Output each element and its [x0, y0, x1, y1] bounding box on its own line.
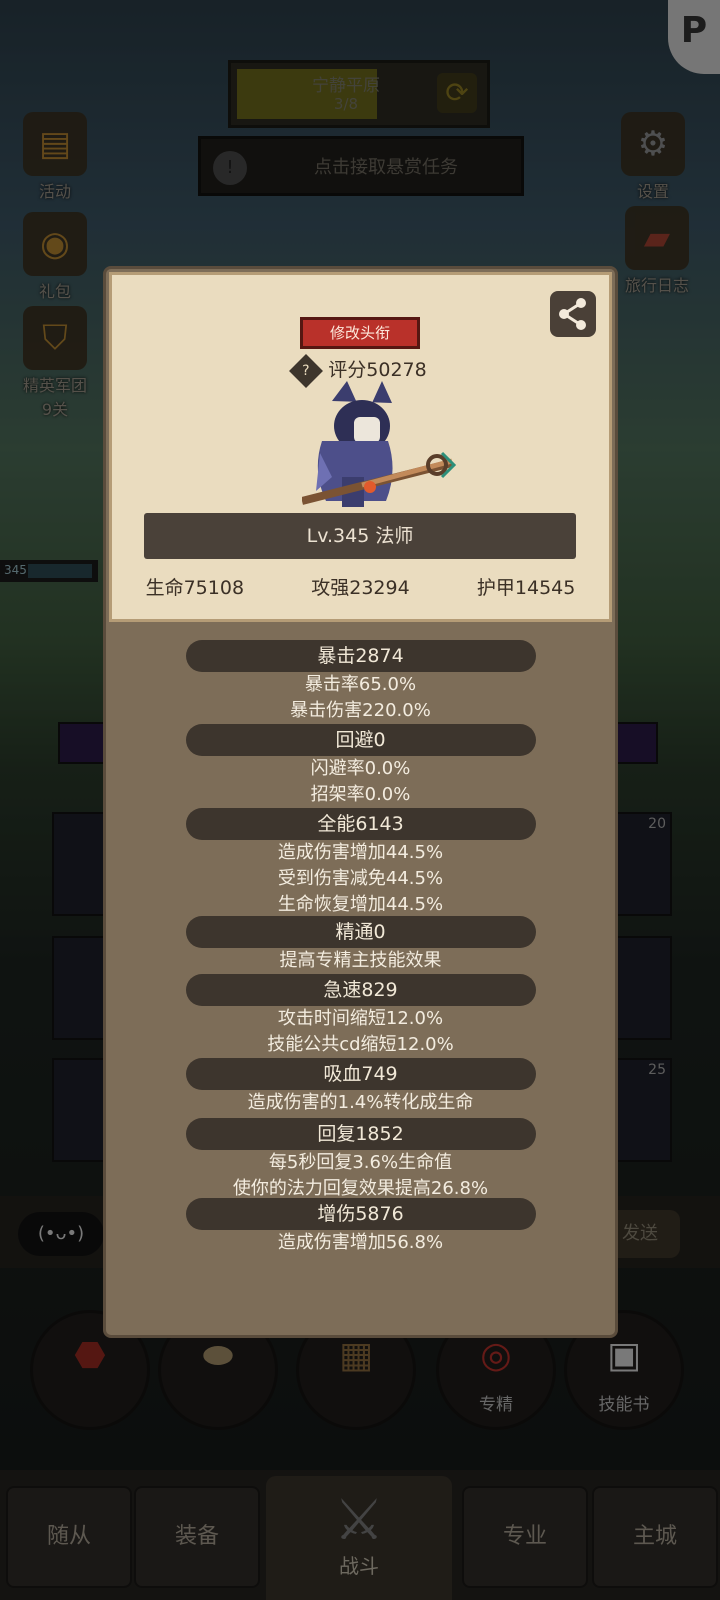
stat-title: 回复1852 [185, 1118, 536, 1150]
rename-title-button[interactable]: 修改头衔 [300, 317, 420, 349]
stat-group-leech: 吸血749 造成伤害的1.4%转化成生命 [106, 1058, 615, 1116]
stat-line: 每5秒回复3.6%生命值 [268, 1152, 453, 1173]
stat-line: 暴击率65.0% [304, 674, 417, 695]
share-icon [559, 298, 586, 330]
character-stats-modal: 修改头衔 ? 评分50278 Lv.345 法师 生命75108 攻强23294… [103, 266, 618, 1338]
stat-title: 增伤5876 [185, 1198, 536, 1230]
stat-line: 攻击时间缩短12.0% [277, 1008, 444, 1029]
stat-line: 提高专精主技能效果 [279, 950, 442, 971]
stat-group-mastery: 精通0 提高专精主技能效果 [106, 916, 615, 974]
stat-title: 回避0 [185, 724, 536, 756]
attack-power-stat: 攻强23294 [311, 577, 410, 599]
base-stats: 生命75108 攻强23294 护甲14545 [112, 573, 609, 603]
stat-group-regen: 回复1852 每5秒回复3.6%生命值 使你的法力回复效果提高26.8% [106, 1118, 615, 1202]
stat-line: 闪避率0.0% [310, 758, 411, 779]
stat-group-versatility: 全能6143 造成伤害增加44.5% 受到伤害减免44.5% 生命恢复增加44.… [106, 808, 615, 918]
stat-line: 招架率0.0% [310, 784, 411, 805]
stat-group-avoidance: 回避0 闪避率0.0% 招架率0.0% [106, 724, 615, 808]
stat-line: 暴击伤害220.0% [290, 700, 431, 721]
stat-line: 造成伤害增加56.8% [277, 1232, 444, 1253]
character-card: 修改头衔 ? 评分50278 Lv.345 法师 生命75108 攻强23294… [109, 272, 612, 622]
stat-title: 急速829 [185, 974, 536, 1006]
score-row: ? 评分50278 [112, 353, 609, 388]
stat-title: 暴击2874 [185, 640, 536, 672]
hp-stat: 生命75108 [145, 577, 245, 599]
stat-title: 吸血749 [185, 1058, 536, 1090]
stat-line: 技能公共cd缩短12.0% [267, 1034, 454, 1055]
level-class-band: Lv.345 法师 [144, 513, 576, 559]
stat-line: 生命恢复增加44.5% [277, 894, 444, 915]
score-value: 评分50278 [328, 359, 427, 381]
stat-group-haste: 急速829 攻击时间缩短12.0% 技能公共cd缩短12.0% [106, 974, 615, 1058]
stat-line: 受到伤害减免44.5% [277, 868, 444, 889]
stat-title: 全能6143 [185, 808, 536, 840]
stat-group-crit: 暴击2874 暴击率65.0% 暴击伤害220.0% [106, 640, 615, 724]
share-button[interactable] [550, 291, 596, 337]
stat-line: 造成伤害增加44.5% [277, 842, 444, 863]
armor-stat: 护甲14545 [476, 577, 576, 599]
stat-group-damage-bonus: 增伤5876 造成伤害增加56.8% [106, 1198, 615, 1256]
character-avatar [302, 381, 457, 507]
stat-title: 精通0 [185, 916, 536, 948]
stat-line: 造成伤害的1.4%转化成生命 [247, 1092, 474, 1113]
